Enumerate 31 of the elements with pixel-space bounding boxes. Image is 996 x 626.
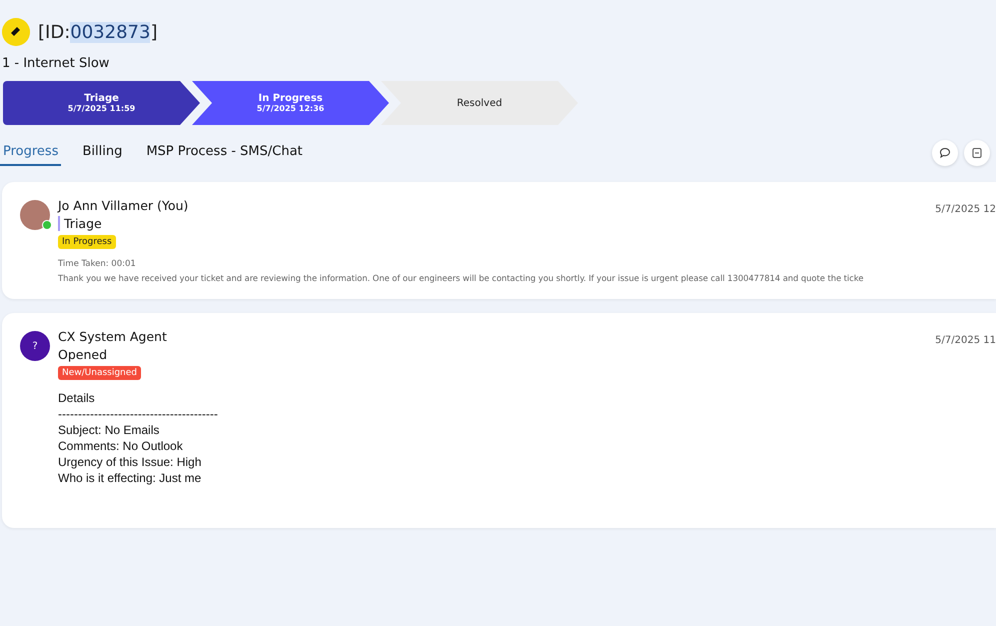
stage-step[interactable]: Triage 5/7/2025 11:59 — [3, 81, 200, 125]
author-name: Jo Ann Villamer (You) — [58, 198, 188, 213]
avatar-photo-placeholder — [20, 200, 50, 230]
collapse-button[interactable] — [964, 140, 990, 166]
ticket-title: 1 - Internet Slow — [2, 56, 110, 71]
timestamp: 5/7/2025 12 — [935, 204, 996, 215]
details-line: Subject: No Emails — [58, 422, 160, 438]
message-text: Thank you we have received your ticket and are reviewing the information. One of our engineers will be contacting you shortly. If your issue is urgent please call 1300477814 and quote the ticke — [58, 273, 864, 283]
comment-button[interactable] — [932, 140, 958, 166]
time-taken: Time Taken: 00:01 — [58, 259, 136, 269]
tab[interactable]: MSP Process - SMS/Chat — [143, 140, 306, 166]
ticket-id: [ID:0032873] — [38, 22, 158, 42]
status-badge: In Progress — [58, 235, 116, 249]
timestamp: 5/7/2025 11 — [935, 335, 996, 346]
details-line: Urgency of this Issue: High — [58, 454, 202, 470]
ticket-icon — [2, 18, 30, 46]
tab[interactable]: Progress — [0, 140, 62, 166]
details-line: Who is it effecting: Just me — [58, 470, 202, 486]
details-line: Details — [58, 390, 95, 406]
status-badge: New/Unassigned — [58, 366, 142, 380]
stage-label: Triage — [58, 216, 102, 231]
minus-square-icon — [971, 147, 983, 159]
tab[interactable]: Billing — [79, 140, 126, 166]
details-line: ---------------------------------------- — [58, 406, 218, 422]
details-line: Comments: No Outlook — [58, 438, 183, 454]
stage-step[interactable]: Resolved — [381, 81, 578, 125]
speech-bubble-icon — [939, 147, 951, 159]
avatar: ? — [20, 331, 50, 361]
stage-label: Opened — [58, 347, 108, 362]
author-name: CX System Agent — [58, 329, 167, 344]
stage-step[interactable]: In Progress 5/7/2025 12:36 — [192, 81, 389, 125]
